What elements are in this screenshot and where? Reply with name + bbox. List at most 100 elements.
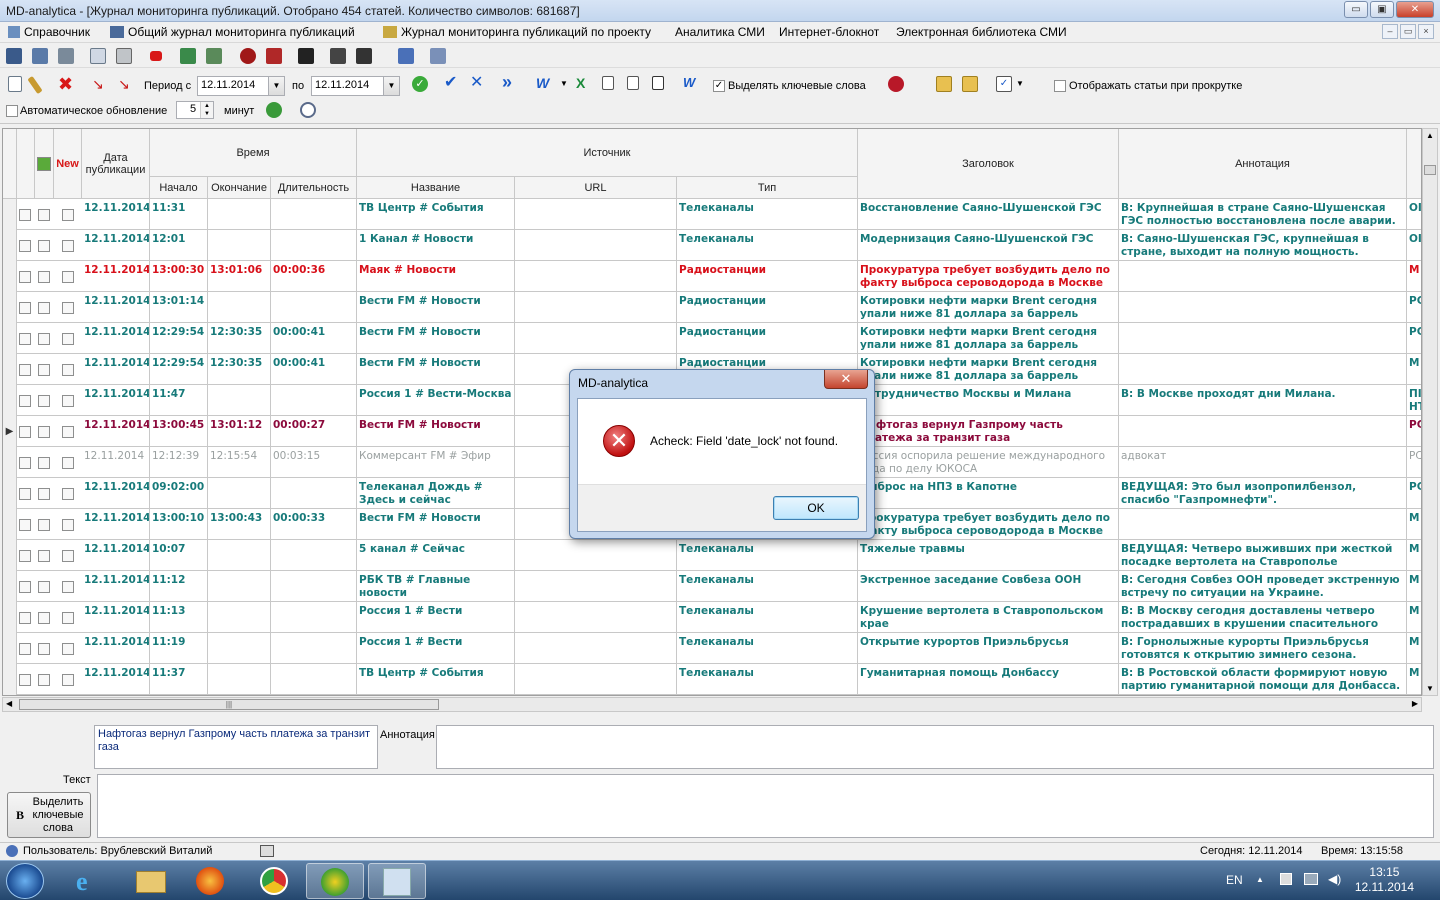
period-to-field[interactable]: 12.11.2014 ▼ — [311, 76, 400, 96]
grid-vertical-scrollbar[interactable]: ▲ ▼ — [1422, 128, 1438, 696]
row-flag-checkbox[interactable] — [38, 643, 50, 655]
row-selector[interactable] — [3, 571, 17, 602]
row-select-checkbox[interactable] — [19, 488, 31, 500]
row-selector[interactable] — [3, 199, 17, 230]
row-flag-checkbox[interactable] — [38, 240, 50, 252]
headline-header[interactable]: Заголовок — [858, 129, 1119, 199]
dialog-close-button[interactable]: ✕ — [824, 370, 868, 389]
edit-pencil-icon[interactable] — [27, 75, 43, 95]
ok-button[interactable]: OK — [773, 496, 859, 520]
ie-taskbar-button[interactable]: e — [62, 863, 120, 899]
row-new-checkbox[interactable] — [62, 457, 74, 469]
row-new-checkbox[interactable] — [62, 271, 74, 283]
mdi-restore-button[interactable]: ▭ — [1400, 24, 1416, 39]
lock-icon[interactable] — [330, 48, 346, 64]
table-icon[interactable] — [6, 48, 22, 64]
action-center-icon[interactable] — [1280, 873, 1292, 885]
document-icon[interactable] — [90, 48, 106, 64]
row-new-checkbox[interactable] — [62, 612, 74, 624]
row-new-checkbox[interactable] — [62, 426, 74, 438]
row-select-checkbox[interactable] — [19, 395, 31, 407]
row-selector[interactable] — [3, 540, 17, 571]
row-flag-checkbox[interactable] — [38, 519, 50, 531]
minutes-stepper[interactable]: 5 ▲ ▼ — [176, 101, 214, 119]
row-selector[interactable] — [3, 478, 17, 509]
row-new-checkbox[interactable] — [62, 581, 74, 593]
row-selector[interactable] — [3, 292, 17, 323]
pub-date-header[interactable]: Дата публикации — [82, 129, 150, 199]
record-icon[interactable] — [150, 51, 162, 61]
row-select-checkbox[interactable] — [19, 612, 31, 624]
users-icon[interactable] — [398, 48, 414, 64]
row-select-checkbox[interactable] — [19, 209, 31, 221]
row-new-checkbox[interactable] — [62, 519, 74, 531]
word-icon[interactable]: W — [683, 75, 699, 91]
row-select-checkbox[interactable] — [19, 302, 31, 314]
url-header[interactable]: URL — [515, 177, 677, 199]
scroll-right-icon[interactable]: ▶ — [1412, 699, 1418, 708]
row-selector[interactable] — [3, 261, 17, 292]
row-flag-checkbox[interactable] — [38, 271, 50, 283]
row-select-checkbox[interactable] — [19, 333, 31, 345]
row-flag-checkbox[interactable] — [38, 364, 50, 376]
row-new-checkbox[interactable] — [62, 395, 74, 407]
row-flag-checkbox[interactable] — [38, 581, 50, 593]
row-flag-checkbox[interactable] — [38, 209, 50, 221]
binoculars-icon[interactable] — [298, 48, 314, 64]
check-icon[interactable]: ✔ — [444, 75, 460, 91]
row-new-checkbox[interactable] — [62, 674, 74, 686]
mdi-minimize-button[interactable]: – — [1382, 24, 1398, 39]
scroll-up-icon[interactable]: ▲ — [1426, 131, 1434, 140]
end-header[interactable]: Окончание — [208, 177, 271, 199]
show-on-scroll-checkbox[interactable] — [1054, 80, 1066, 92]
journal-green-icon[interactable] — [180, 48, 196, 64]
row-new-checkbox[interactable] — [62, 209, 74, 221]
horizontal-scroll-thumb[interactable]: ||| — [19, 699, 439, 710]
row-select-checkbox[interactable] — [19, 426, 31, 438]
row-selector[interactable] — [3, 354, 17, 385]
table-row[interactable]: 12.11.2014 11:31 ТВ Центр # События Телекан… — [3, 199, 1421, 230]
type-header[interactable]: Тип — [677, 177, 858, 199]
duration-header[interactable]: Длительность — [271, 177, 357, 199]
row-flag-checkbox[interactable] — [38, 550, 50, 562]
table-row[interactable]: 12.11.2014 13:00:30 13:01:06 00:00:36 Маяк #… — [3, 261, 1421, 292]
highlight-keywords-checkbox[interactable]: ✓ — [713, 80, 725, 92]
keywords-globe-icon[interactable] — [888, 76, 904, 92]
row-flag-checkbox[interactable] — [38, 674, 50, 686]
start-button[interactable] — [6, 863, 44, 899]
chevron-down-icon[interactable]: ▼ — [560, 76, 576, 92]
show-hidden-icons-icon[interactable]: ▲ — [1256, 875, 1264, 884]
maximize-button[interactable]: ▣ — [1370, 1, 1394, 18]
text-memo[interactable] — [97, 774, 1434, 838]
row-flag-checkbox[interactable] — [38, 457, 50, 469]
explorer-taskbar-button[interactable] — [122, 863, 180, 899]
page-copy-icon[interactable] — [627, 76, 639, 90]
row-flag-checkbox[interactable] — [38, 302, 50, 314]
md-analytica-taskbar-button[interactable] — [368, 863, 426, 899]
exit-icon[interactable] — [430, 48, 446, 64]
row-new-checkbox[interactable] — [62, 240, 74, 252]
row-selector[interactable] — [3, 509, 17, 540]
headline-memo[interactable]: Нафтогаз вернул Газпрому часть платежа з… — [94, 725, 378, 769]
word-export-icon[interactable]: W — [536, 75, 552, 91]
menu-media-library[interactable]: Электронная библиотека СМИ — [896, 25, 1067, 39]
menu-general-journal[interactable]: Общий журнал мониторинга публикаций — [110, 25, 355, 39]
scroll-down-icon[interactable]: ▼ — [1426, 684, 1434, 693]
new-document-icon[interactable] — [8, 76, 22, 92]
chevron-down-icon[interactable]: ▼ — [383, 77, 399, 95]
table-row[interactable]: 12.11.2014 11:37 ТВ Центр # События Телекан… — [3, 664, 1421, 695]
icq-taskbar-button[interactable] — [306, 863, 364, 899]
row-new-checkbox[interactable] — [62, 333, 74, 345]
row-select-checkbox[interactable] — [19, 550, 31, 562]
row-selector[interactable] — [3, 664, 17, 695]
filter-red-icon[interactable]: ↘ — [92, 76, 108, 92]
table-row[interactable]: 12.11.2014 10:07 5 канал # Сейчас Телеканал… — [3, 540, 1421, 571]
apply-check-icon[interactable]: ✓ — [412, 76, 428, 92]
page-icon[interactable] — [602, 76, 614, 90]
start-header[interactable]: Начало — [150, 177, 208, 199]
menu-directory[interactable]: Справочник — [8, 25, 90, 39]
journal-list-icon[interactable] — [206, 48, 222, 64]
fast-forward-icon[interactable]: » — [502, 73, 518, 91]
menu-project-journal[interactable]: Журнал мониторинга публикаций по проекту — [383, 25, 651, 39]
settings-icon[interactable] — [58, 48, 74, 64]
